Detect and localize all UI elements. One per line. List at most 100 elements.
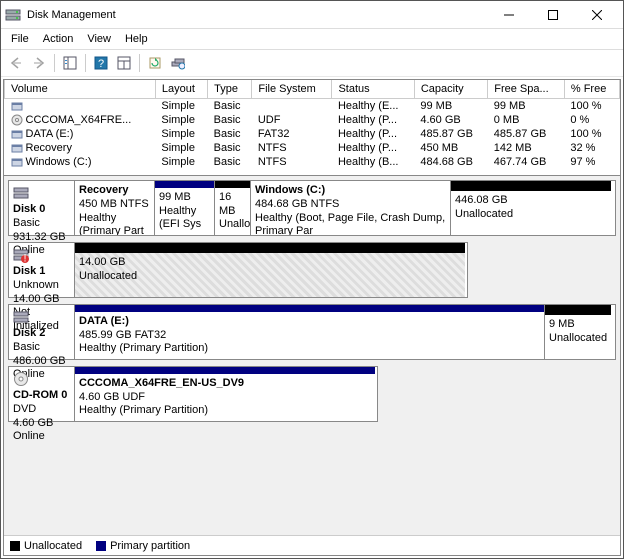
partition-color-bar (545, 305, 611, 315)
volume-free: 142 MB (488, 141, 565, 155)
menubar: File Action View Help (1, 29, 623, 49)
disk-name: Disk 1 (13, 265, 70, 279)
show-hide-button[interactable] (59, 52, 81, 74)
partition-size: 9 MB (549, 318, 607, 332)
volume-list[interactable]: VolumeLayoutTypeFile SystemStatusCapacit… (4, 80, 620, 176)
partition-size: 485.99 GB FAT32 (79, 329, 540, 343)
partition[interactable]: 9 MBUnallocated (545, 305, 611, 359)
disk-row[interactable]: Disk 0Basic931.32 GBOnlineRecovery450 MB… (8, 180, 616, 236)
menu-help[interactable]: Help (119, 31, 154, 47)
content-area: VolumeLayoutTypeFile SystemStatusCapacit… (3, 79, 621, 556)
volume-row[interactable]: RecoverySimpleBasicNTFSHealthy (P...450 … (5, 141, 620, 155)
menu-action[interactable]: Action (37, 31, 80, 47)
disk-icon: ! (13, 247, 29, 263)
volume-type: Basic (208, 155, 252, 169)
disk-info[interactable]: !Disk 1Unknown14.00 GBNot Initialized (9, 243, 75, 297)
disk-graphical-view[interactable]: Disk 0Basic931.32 GBOnlineRecovery450 MB… (4, 176, 620, 535)
volume-capacity: 484.68 GB (414, 155, 487, 169)
partition[interactable]: 99 MBHealthy (EFI Sys (155, 181, 215, 235)
disk-info[interactable]: CD-ROM 0DVD4.60 GBOnline (9, 367, 75, 421)
volume-type: Basic (208, 113, 252, 127)
volume-name: Recovery (26, 142, 72, 154)
partition[interactable]: Recovery450 MB NTFSHealthy (Primary Part (75, 181, 155, 235)
partition-size: 446.08 GB (455, 194, 607, 208)
partition-color-bar (75, 367, 375, 374)
disk-type: Unknown (13, 279, 70, 293)
volume-free: 0 MB (488, 113, 565, 127)
column-header[interactable]: Free Spa... (488, 80, 565, 98)
legend-swatch (96, 541, 106, 551)
options-button[interactable] (113, 52, 135, 74)
disk-row[interactable]: Disk 2Basic486.00 GBOnlineDATA (E:)485.9… (8, 304, 616, 360)
volume-layout: Simple (155, 127, 207, 141)
volume-row[interactable]: CCCOMA_X64FRE...SimpleBasicUDFHealthy (P… (5, 113, 620, 127)
partition-title: Recovery (79, 184, 150, 198)
rescan-disks-button[interactable] (167, 52, 189, 74)
forward-button[interactable] (28, 52, 50, 74)
volume-name: CCCOMA_X64FRE... (26, 114, 132, 126)
disk-info[interactable]: Disk 0Basic931.32 GBOnline (9, 181, 75, 235)
partition[interactable]: DATA (E:)485.99 GB FAT32Healthy (Primary… (75, 305, 545, 359)
help-button[interactable]: ? (90, 52, 112, 74)
column-header[interactable]: Capacity (414, 80, 487, 98)
column-header[interactable]: Volume (5, 80, 156, 98)
partition-status: Unallocated (455, 208, 607, 222)
volume-capacity: 99 MB (414, 98, 487, 113)
partition-status: Unallocated (549, 332, 607, 346)
disk-row[interactable]: CD-ROM 0DVD4.60 GBOnlineCCCOMA_X64FRE_EN… (8, 366, 378, 422)
close-button[interactable] (575, 2, 619, 28)
disk-status: Online (13, 430, 70, 444)
volume-icon (11, 156, 23, 168)
disk-row[interactable]: !Disk 1Unknown14.00 GBNot Initialized14.… (8, 242, 468, 298)
disk-type: DVD (13, 403, 70, 417)
titlebar[interactable]: Disk Management (1, 1, 623, 29)
legend: Unallocated Primary partition (4, 535, 620, 555)
volume-free: 467.74 GB (488, 155, 565, 169)
volume-type: Basic (208, 141, 252, 155)
volume-icon (11, 142, 23, 154)
column-header[interactable]: Type (208, 80, 252, 98)
disk-name: Disk 2 (13, 327, 70, 341)
volume-fs: UDF (252, 113, 332, 127)
maximize-button[interactable] (531, 2, 575, 28)
volume-status: Healthy (E... (332, 98, 414, 113)
volume-fs (252, 98, 332, 113)
partition[interactable]: 16 MBUnalloca (215, 181, 251, 235)
volume-fs: FAT32 (252, 127, 332, 141)
minimize-button[interactable] (487, 2, 531, 28)
volume-status: Healthy (P... (332, 127, 414, 141)
partition-size: 99 MB (159, 191, 210, 205)
partition-status: Healthy (EFI Sys (159, 205, 210, 233)
volume-row[interactable]: DATA (E:)SimpleBasicFAT32Healthy (P...48… (5, 127, 620, 141)
legend-label: Unallocated (24, 540, 82, 552)
partition[interactable]: Windows (C:)484.68 GB NTFSHealthy (Boot,… (251, 181, 451, 235)
partition[interactable]: 446.08 GBUnallocated (451, 181, 611, 235)
partition[interactable]: CCCOMA_X64FRE_EN-US_DV94.60 GB UDFHealth… (75, 367, 375, 421)
menu-view[interactable]: View (81, 31, 117, 47)
column-header[interactable]: Status (332, 80, 414, 98)
column-header[interactable]: File System (252, 80, 332, 98)
disk-info[interactable]: Disk 2Basic486.00 GBOnline (9, 305, 75, 359)
disk-type: Basic (13, 217, 70, 231)
partition-size: 16 MB (219, 191, 246, 219)
svg-text:?: ? (98, 58, 104, 70)
column-header[interactable]: Layout (155, 80, 207, 98)
partition[interactable]: 14.00 GBUnallocated (75, 243, 465, 297)
legend-item: Primary partition (96, 540, 190, 552)
disk-type: Basic (13, 341, 70, 355)
disk-name: Disk 0 (13, 203, 70, 217)
volume-icon (11, 100, 23, 112)
volume-free: 99 MB (488, 98, 565, 113)
partition-color-bar (75, 243, 465, 253)
back-button[interactable] (5, 52, 27, 74)
menu-file[interactable]: File (5, 31, 35, 47)
volume-row[interactable]: SimpleBasicHealthy (E...99 MB99 MB100 % (5, 98, 620, 113)
volume-row[interactable]: Windows (C:)SimpleBasicNTFSHealthy (B...… (5, 155, 620, 169)
disk-name: CD-ROM 0 (13, 389, 70, 403)
volume-fs: NTFS (252, 141, 332, 155)
app-icon (5, 7, 21, 23)
refresh-button[interactable] (144, 52, 166, 74)
legend-swatch (10, 541, 20, 551)
volume-pct: 100 % (564, 127, 619, 141)
column-header[interactable]: % Free (564, 80, 619, 98)
